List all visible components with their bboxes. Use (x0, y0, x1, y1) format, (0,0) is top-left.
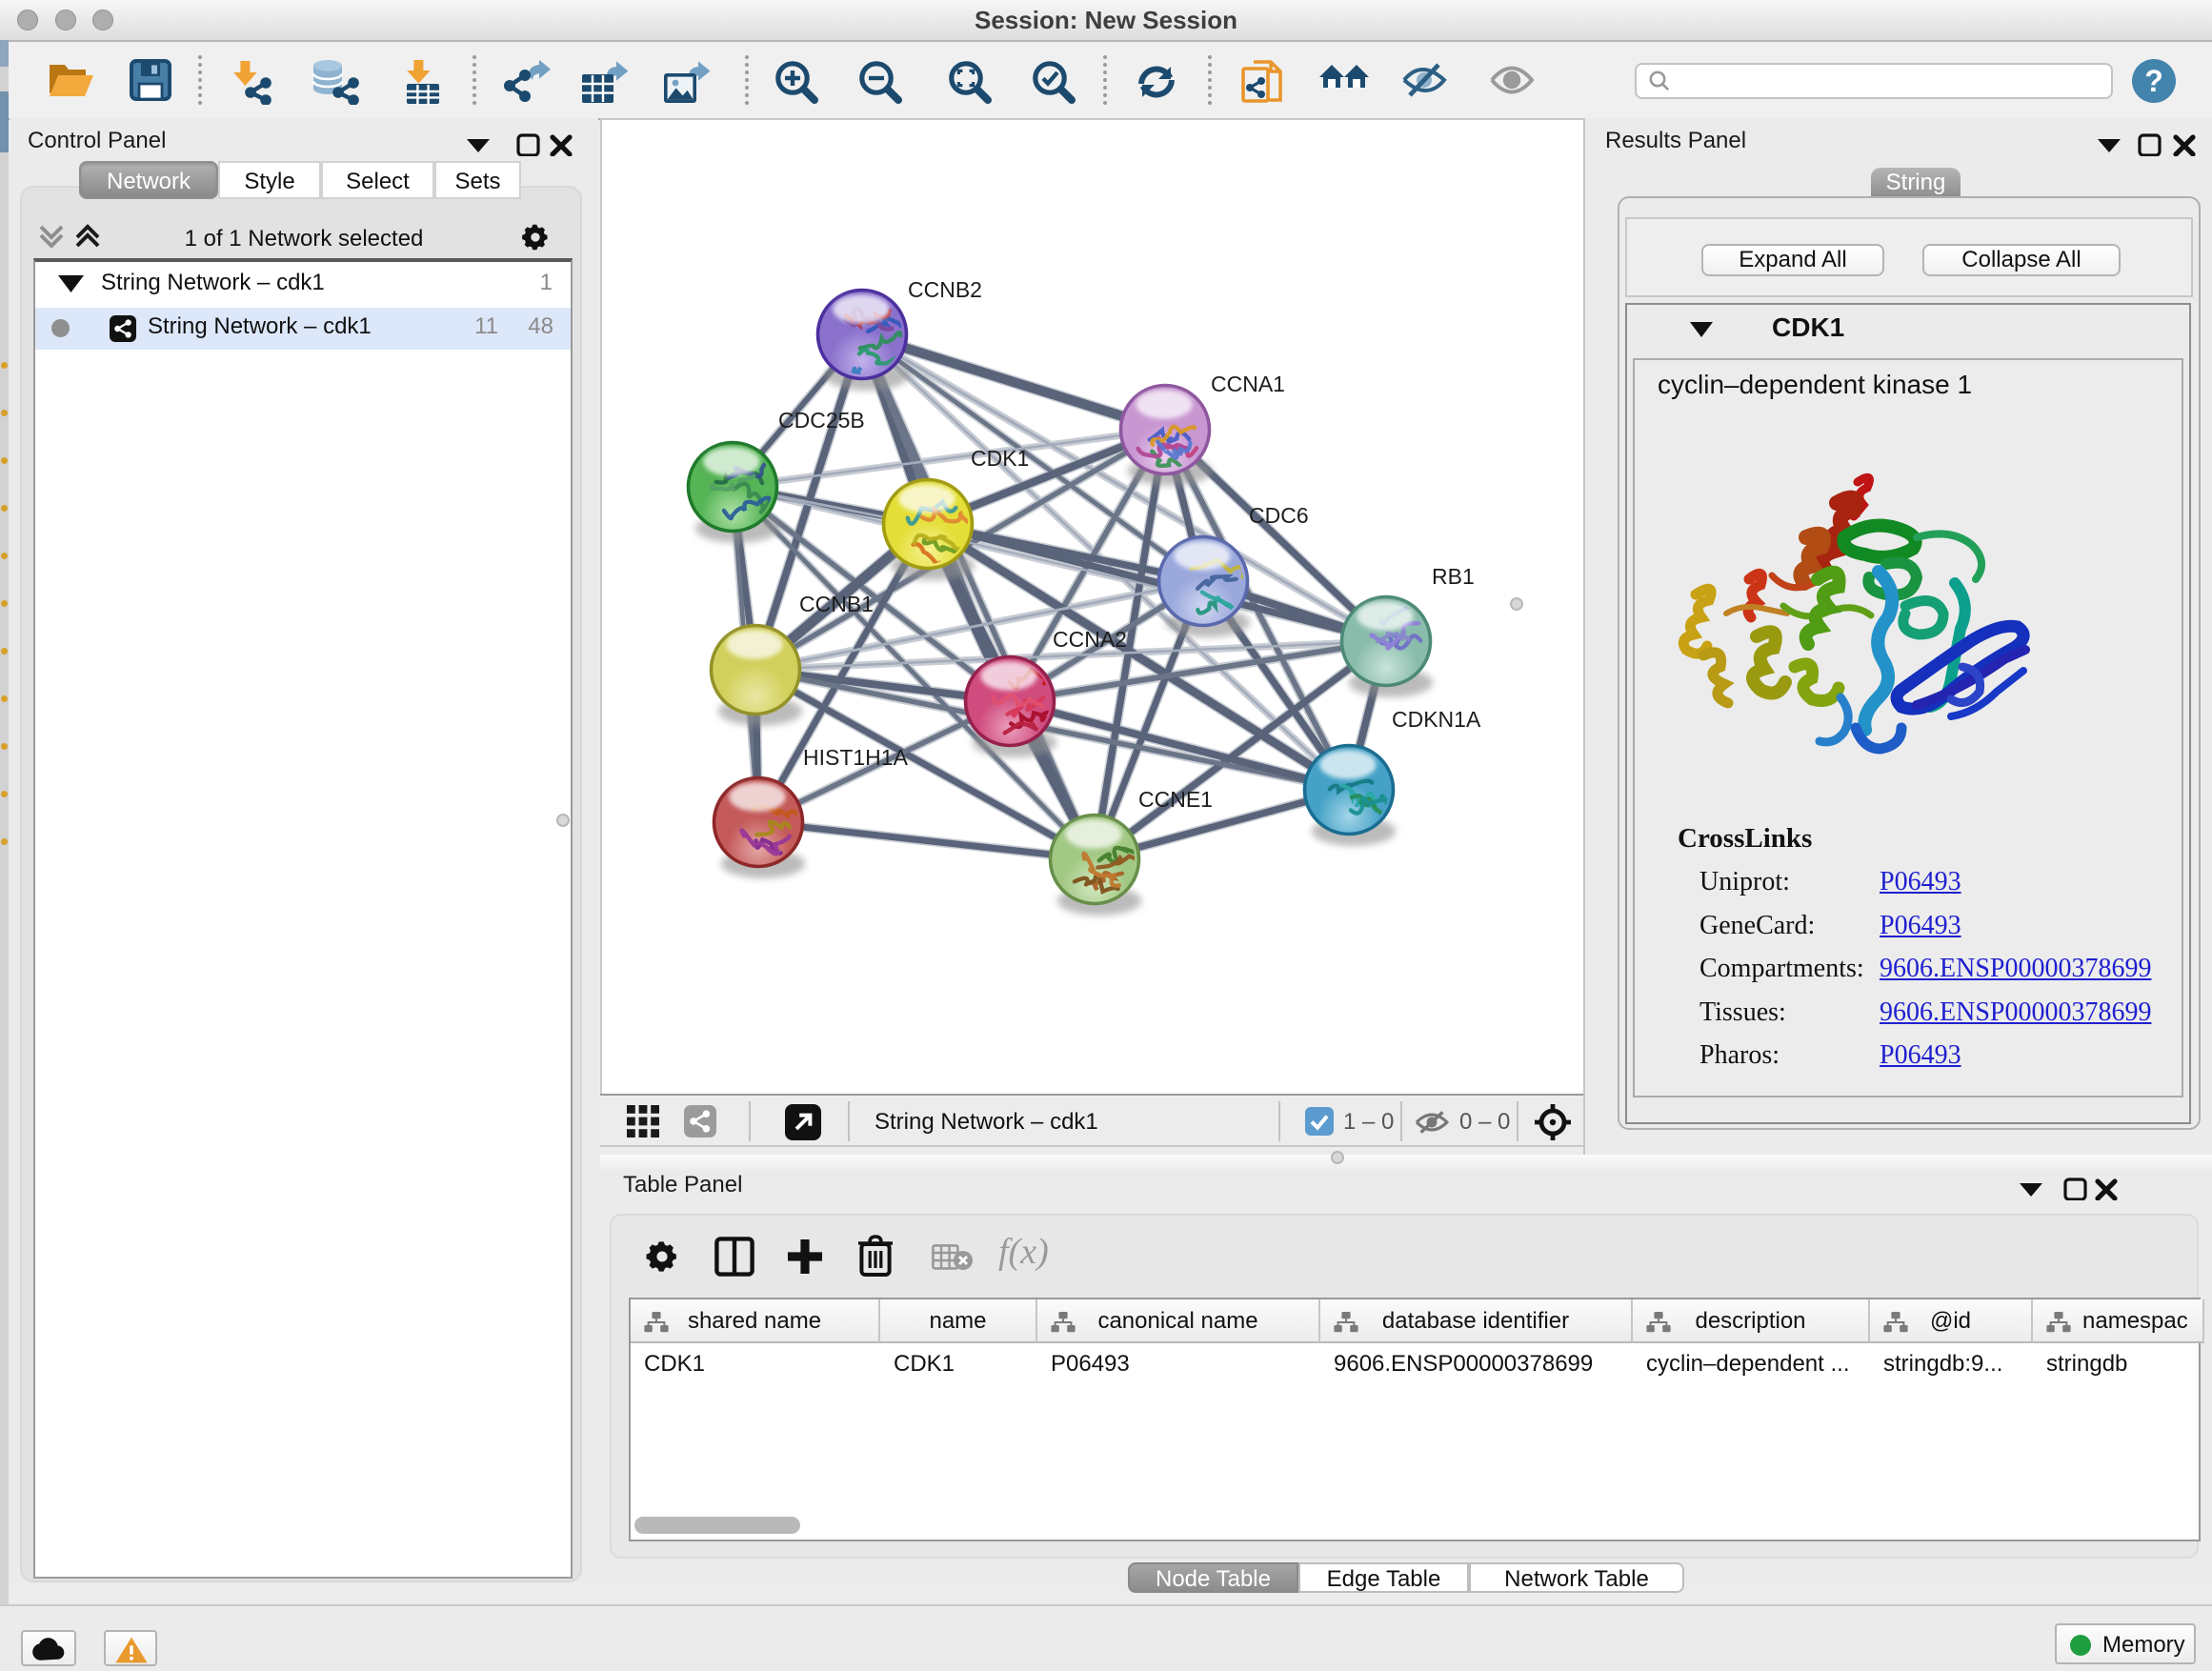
svg-text:CDK1: CDK1 (971, 446, 1029, 471)
svg-text:CCNB1: CCNB1 (799, 592, 874, 616)
svg-text:CCNA1: CCNA1 (1211, 372, 1285, 396)
svg-text:?: ? (2144, 64, 2163, 98)
svg-text:RB1: RB1 (1432, 564, 1475, 589)
svg-text:CCNE1: CCNE1 (1138, 787, 1213, 812)
svg-text:CCNB2: CCNB2 (908, 277, 982, 302)
svg-text:CDC25B: CDC25B (778, 408, 865, 433)
svg-text:CCNA2: CCNA2 (1053, 627, 1127, 652)
svg-text:CDC6: CDC6 (1249, 503, 1309, 528)
svg-text:CDKN1A: CDKN1A (1392, 707, 1481, 732)
svg-text:HIST1H1A: HIST1H1A (803, 745, 909, 770)
